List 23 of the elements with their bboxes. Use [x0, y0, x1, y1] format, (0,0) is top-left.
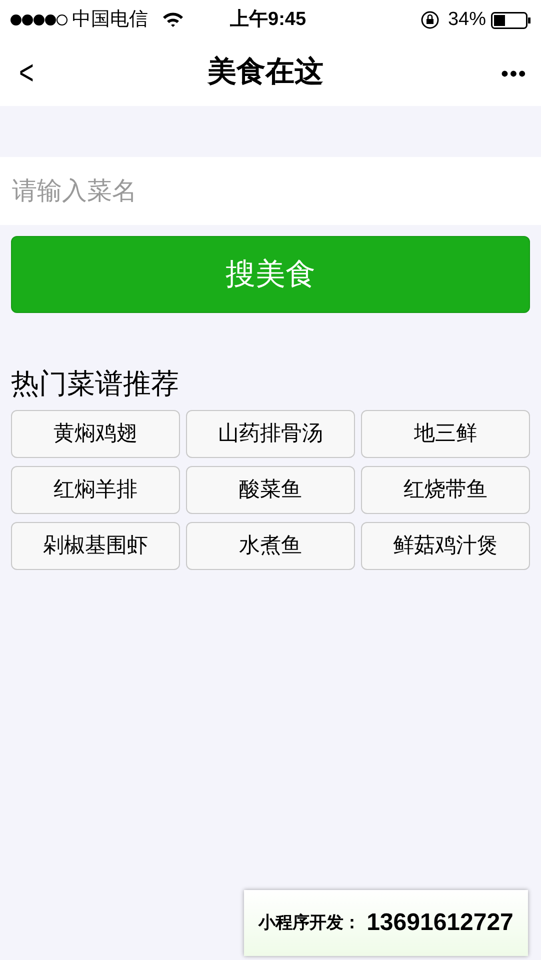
battery-percent: 34% [448, 8, 486, 32]
dish-button[interactable]: 红烧带鱼 [361, 466, 530, 514]
dish-button[interactable]: 鲜菇鸡汁煲 [361, 522, 530, 570]
back-button[interactable]: < [19, 56, 49, 90]
page-title: 美食在这 [206, 54, 324, 90]
phone-number: 13691612727 [366, 908, 514, 938]
more-button[interactable]: ••• [477, 56, 527, 90]
dish-button[interactable]: 水煮鱼 [186, 522, 355, 570]
carrier-name: 中国电信 [72, 8, 148, 32]
dish-button[interactable]: 剁椒基围虾 [11, 522, 180, 570]
clock-time: 上午9:45 [230, 8, 308, 32]
dish-button[interactable]: 红焖羊排 [11, 466, 180, 514]
signal-icon [10, 14, 68, 26]
dish-button[interactable]: 黄焖鸡翅 [11, 410, 180, 458]
search-field[interactable]: 请输入菜名 [0, 157, 541, 225]
battery-icon [491, 12, 531, 28]
dish-button[interactable]: 酸菜鱼 [186, 466, 355, 514]
dish-button[interactable]: 地三鲜 [361, 410, 530, 458]
wifi-icon [162, 12, 184, 28]
contact-label: 小程序开发： [258, 912, 361, 934]
dish-button[interactable]: 山药排骨汤 [186, 410, 355, 458]
section-title: 热门菜谱推荐 [10, 367, 180, 401]
rotation-lock-icon [420, 10, 440, 30]
